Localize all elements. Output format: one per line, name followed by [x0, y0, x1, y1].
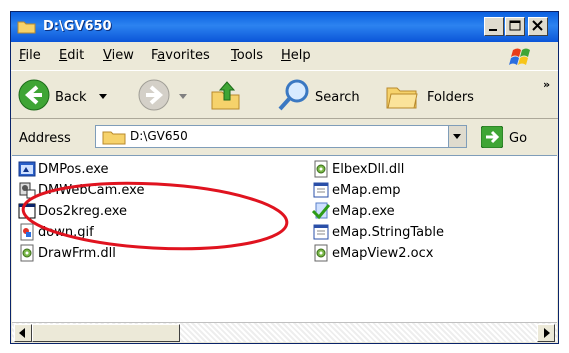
- menu-favorites[interactable]: Favorites: [151, 48, 210, 63]
- toolbar-chevron[interactable]: »: [543, 78, 550, 91]
- scroll-left-button[interactable]: [14, 324, 32, 342]
- up-folder-button[interactable]: [207, 76, 245, 114]
- file-item[interactable]: DMWebCam.exe: [18, 180, 144, 200]
- search-button[interactable]: Search: [275, 76, 385, 114]
- file-name: DMWebCam.exe: [38, 182, 145, 198]
- image-file-icon: [20, 223, 34, 241]
- file-name: eMap.StringTable: [332, 224, 444, 240]
- horizontal-scrollbar[interactable]: [12, 322, 557, 342]
- webcam-exe-icon: [19, 182, 36, 199]
- window-title: D:\GV650: [43, 19, 112, 34]
- file-name: down.gif: [38, 224, 94, 240]
- generic-file-icon: [313, 224, 329, 240]
- file-name: ElbexDll.dll: [332, 161, 405, 177]
- file-name: Dos2kreg.exe: [38, 203, 128, 219]
- go-button[interactable]: [480, 125, 504, 149]
- forward-arrow-icon: [138, 79, 170, 111]
- back-arrow-icon: [18, 79, 50, 111]
- folder-icon: [102, 131, 126, 145]
- file-item[interactable]: Dos2kreg.exe: [18, 201, 127, 221]
- file-item[interactable]: eMap.emp: [312, 180, 400, 200]
- console-window-icon: [18, 203, 36, 219]
- file-item[interactable]: DrawFrm.dll: [18, 243, 116, 263]
- address-path: D:\GV650: [130, 129, 188, 143]
- generic-file-icon: [313, 182, 329, 198]
- go-label[interactable]: Go: [509, 131, 527, 146]
- explorer-window: D:\GV650 File Edit View Favorites Tools …: [10, 11, 559, 344]
- search-label: Search: [315, 90, 360, 105]
- dropdown-arrow-icon: [99, 94, 107, 99]
- address-dropdown-button[interactable]: [448, 126, 466, 147]
- menu-bar: File Edit View Favorites Tools Help: [11, 43, 558, 69]
- menu-view[interactable]: View: [103, 48, 134, 63]
- folders-icon: [386, 87, 418, 109]
- forward-button[interactable]: [137, 76, 195, 114]
- minimize-icon: [489, 29, 497, 31]
- file-item[interactable]: ElbexDll.dll: [312, 159, 404, 179]
- dropdown-arrow-icon: [179, 94, 187, 99]
- file-item[interactable]: DMPos.exe: [18, 159, 109, 179]
- folder-icon: [17, 21, 36, 34]
- close-icon: [532, 20, 543, 31]
- go-arrow-icon: [480, 125, 504, 149]
- scroll-thumb[interactable]: [32, 324, 180, 342]
- file-name: DMPos.exe: [38, 161, 109, 177]
- maximize-button[interactable]: [505, 17, 525, 36]
- back-label: Back: [55, 90, 87, 105]
- address-field[interactable]: D:\GV650: [95, 125, 467, 148]
- right-arrow-icon: [544, 328, 550, 338]
- checkmark-exe-icon: [312, 202, 330, 220]
- file-item[interactable]: eMapView2.ocx: [312, 243, 433, 263]
- dll-gear-icon: [20, 244, 34, 262]
- scroll-right-button[interactable]: [537, 324, 555, 342]
- menu-help[interactable]: Help: [281, 48, 311, 63]
- exe-window-icon: [18, 161, 36, 177]
- menu-file[interactable]: File: [19, 48, 41, 63]
- folders-label: Folders: [427, 90, 474, 105]
- dropdown-arrow-icon: [453, 134, 461, 139]
- file-item[interactable]: eMap.exe: [312, 201, 395, 221]
- folders-button[interactable]: Folders: [383, 76, 493, 114]
- file-item[interactable]: down.gif: [18, 222, 94, 242]
- file-list: DMPos.exe DMWebCam.exe Dos2kreg.exe down…: [12, 155, 557, 322]
- close-button[interactable]: [528, 17, 548, 36]
- windows-logo-icon: [499, 45, 543, 69]
- file-name: eMap.exe: [332, 203, 395, 219]
- file-name: eMap.emp: [332, 182, 401, 198]
- up-folder-icon: [211, 81, 240, 110]
- file-item[interactable]: eMap.StringTable: [312, 222, 444, 242]
- file-name: DrawFrm.dll: [38, 245, 116, 261]
- screenshot-frame: D:\GV650 File Edit View Favorites Tools …: [0, 0, 569, 353]
- search-icon: [278, 79, 309, 111]
- address-label: Address: [19, 131, 71, 146]
- maximize-icon: [509, 20, 521, 31]
- back-button[interactable]: Back: [15, 76, 131, 114]
- file-name: eMapView2.ocx: [332, 245, 434, 261]
- dll-gear-icon: [314, 244, 328, 262]
- minimize-button[interactable]: [484, 17, 504, 36]
- dll-gear-icon: [314, 160, 328, 178]
- left-arrow-icon: [19, 328, 25, 338]
- menu-edit[interactable]: Edit: [59, 48, 84, 63]
- menu-tools[interactable]: Tools: [231, 48, 263, 63]
- title-bar[interactable]: D:\GV650: [11, 12, 558, 42]
- toolbar: Back Search Folders: [11, 70, 558, 119]
- address-bar: Address D:\GV650 Go: [11, 120, 558, 154]
